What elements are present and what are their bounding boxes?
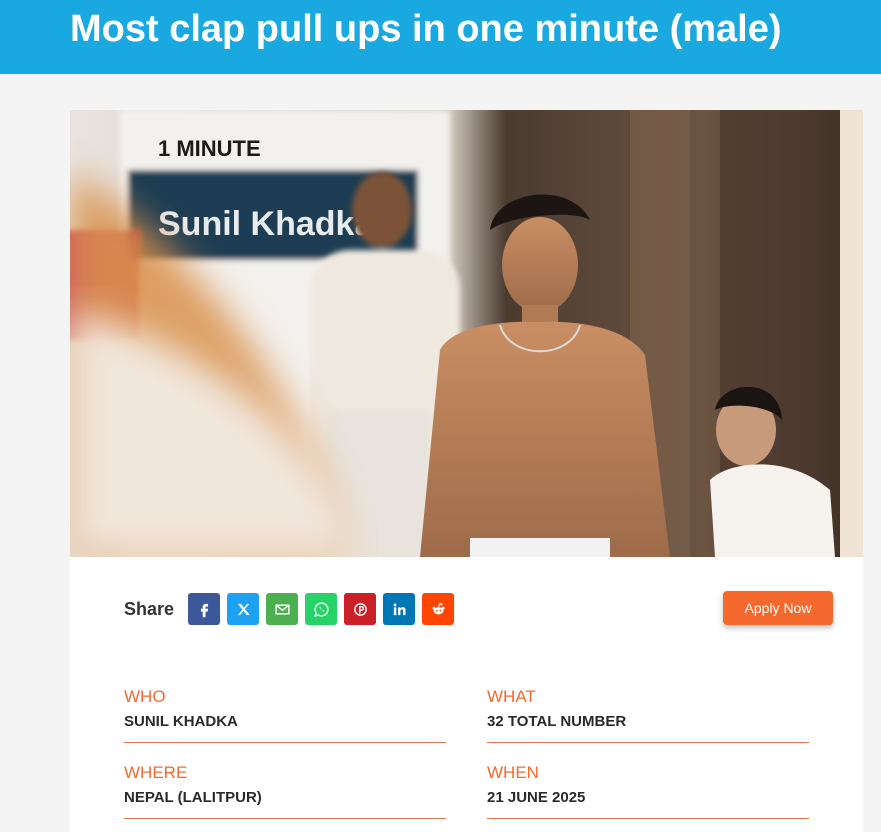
what-field: WHAT 32 TOTAL NUMBER [487, 687, 809, 743]
page-header: Most clap pull ups in one minute (male) [0, 0, 881, 74]
where-field: WHERE NEPAL (LALITPUR) [124, 763, 446, 819]
banner-text-minute: 1 MINUTE [158, 136, 261, 161]
what-value: 32 TOTAL NUMBER [487, 713, 627, 730]
share-linkedin-button[interactable] [383, 593, 416, 625]
record-card: 1 MINUTE Sunil Khadka Share Apply Now WH… [70, 110, 863, 832]
x-icon [237, 603, 250, 615]
share-bar: Share [124, 592, 461, 626]
what-label: WHAT [487, 687, 536, 706]
where-value: NEPAL (LALITPUR) [124, 789, 262, 806]
share-whatsapp-button[interactable] [305, 593, 338, 625]
apply-now-button[interactable]: Apply Now [723, 591, 833, 625]
share-pinterest-button[interactable] [344, 593, 377, 625]
record-photo: 1 MINUTE Sunil Khadka [70, 110, 863, 557]
who-field: WHO SUNIL KHADKA [124, 687, 446, 743]
share-x-button[interactable] [227, 593, 260, 625]
share-reddit-button[interactable] [422, 593, 455, 625]
whatsapp-icon [313, 601, 329, 617]
reddit-icon [432, 602, 445, 614]
facebook-icon [200, 603, 208, 617]
when-value: 21 JUNE 2025 [487, 789, 586, 806]
page-title: Most clap pull ups in one minute (male) [70, 8, 782, 50]
when-label: WHEN [487, 763, 539, 782]
share-email-button[interactable] [266, 593, 299, 625]
banner-text-name: Sunil Khadka [158, 205, 374, 243]
email-icon [274, 604, 290, 614]
who-value: SUNIL KHADKA [124, 713, 238, 730]
when-field: WHEN 21 JUNE 2025 [487, 763, 809, 819]
share-facebook-button[interactable] [188, 593, 221, 625]
pinterest-icon [353, 602, 367, 616]
share-label: Share [124, 598, 175, 619]
linkedin-icon [393, 602, 406, 615]
who-label: WHO [124, 687, 166, 706]
where-label: WHERE [124, 763, 188, 782]
